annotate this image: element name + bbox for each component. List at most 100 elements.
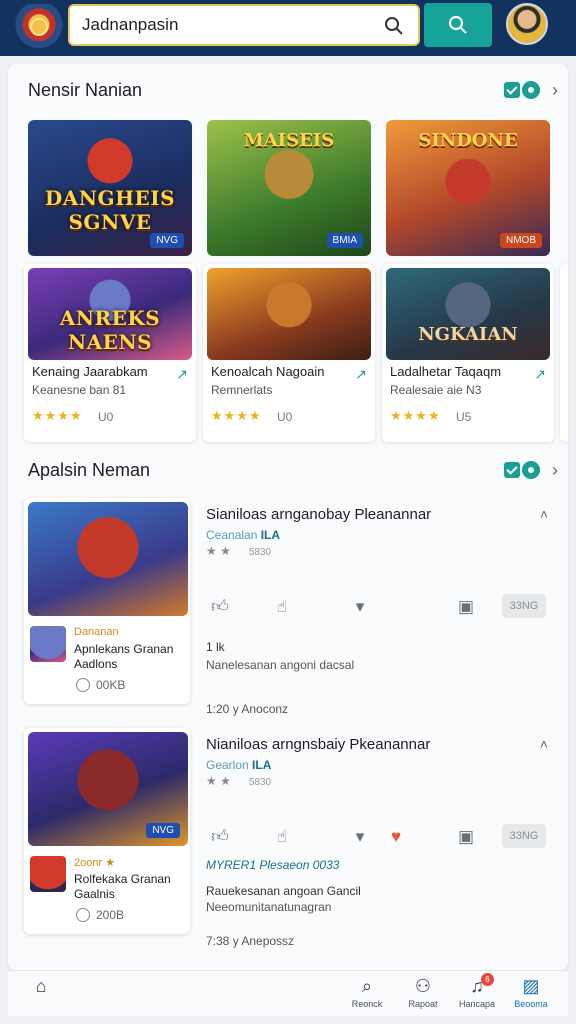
- share-icon[interactable]: ↗: [534, 366, 546, 383]
- nav-label: Reonck: [351, 999, 383, 1009]
- download-size[interactable]: 200B: [76, 908, 124, 922]
- mini-label: 2oonr ★: [74, 857, 116, 869]
- mini-thumbnail: [30, 626, 66, 662]
- game-thumbnail[interactable]: NVG: [28, 732, 188, 846]
- item-detail: Nanelesanan angoni dacsal: [206, 658, 355, 672]
- chevron-up-icon[interactable]: ˄: [540, 736, 548, 752]
- crest-icon: [30, 18, 48, 36]
- game-card[interactable]: NVG 2oonr ★ Rolfekaka Granan Gaalnis 200…: [24, 728, 190, 934]
- shield-icon[interactable]: [522, 81, 540, 99]
- share-icon[interactable]: ↗: [176, 366, 188, 383]
- chevron-up-icon[interactable]: ˄: [540, 506, 548, 522]
- game-subtitle: Realesaie aie N3: [390, 383, 482, 397]
- game-thumbnail[interactable]: [28, 502, 188, 616]
- search-input[interactable]: [82, 12, 382, 38]
- game-thumbnail[interactable]: [207, 268, 371, 360]
- item-detail: Neeomunitanatunagran: [206, 900, 332, 914]
- heart-icon[interactable]: ♥: [382, 824, 410, 850]
- review-count: U0: [98, 410, 114, 424]
- game-thumbnail[interactable]: DANGHEIS SGNVE NVG: [28, 120, 192, 256]
- thumbnail-caption: ANREKS NAENS: [59, 306, 161, 354]
- game-card[interactable]: ANREKS NAENS Kenaing Jaarabkam Keanesne …: [24, 264, 196, 442]
- download-size-label: 200B: [96, 908, 125, 922]
- like-icon[interactable]: 👍︎: [206, 594, 234, 620]
- item-detail: 1 lk: [206, 640, 225, 654]
- nav-home[interactable]: ⌂: [16, 975, 66, 1015]
- main-panel: Nensir Nanian › DANGHEIS SGNVE NVG MAISE…: [8, 64, 568, 970]
- star-rating: ★ ★ 5830: [206, 544, 271, 558]
- nav-active-tab[interactable]: ▨ Beooma: [506, 975, 556, 1015]
- user-avatar[interactable]: [506, 3, 548, 45]
- game-thumbnail[interactable]: ANREKS NAENS: [28, 268, 192, 360]
- mini-name: Rolfekaka Granan Gaalnis: [74, 872, 171, 901]
- list-item[interactable]: Dananan Apnlekans Granan Aadlons 00KB Si…: [24, 498, 552, 720]
- comment-icon[interactable]: ▾: [346, 594, 374, 620]
- item-detail: Rauekesanan angoan Gancil: [206, 884, 361, 898]
- platform-badge: NVG: [146, 823, 180, 838]
- star-rating: ★★★★: [390, 408, 441, 423]
- meta-label: Gearlon: [206, 758, 249, 772]
- like-icon[interactable]: 👍︎: [206, 824, 234, 850]
- app-logo[interactable]: [14, 4, 64, 50]
- mini-name: Apnlekans Granan Aadlons: [74, 642, 174, 671]
- share-icon[interactable]: ↗: [355, 366, 367, 383]
- bookmark-icon[interactable]: ▣: [452, 594, 480, 620]
- people-icon: ⚇: [414, 976, 432, 996]
- game-card[interactable]: Kenoalcah Nagoain Remnerlats ↗ ★★★★ U0: [203, 264, 375, 442]
- thumbnail-caption: SINDONE: [418, 130, 518, 151]
- game-thumbnail[interactable]: MAISEIS BMIA: [207, 120, 371, 256]
- mini-label: Dananan: [74, 626, 119, 638]
- game-card-peek[interactable]: [560, 264, 568, 442]
- bottom-nav: ⌂ ⌕ Reonck ⚇ Rapoat ♫ 6 Hancapa ▨ Beooma: [8, 970, 568, 1016]
- search-icon[interactable]: [384, 16, 404, 36]
- shield-icon[interactable]: [522, 461, 540, 479]
- bookmark-icon[interactable]: ▣: [452, 824, 480, 850]
- home-icon: ⌂: [35, 976, 47, 996]
- game-card[interactable]: NGKAIAN Ladalhetar Taqaqm Realesaie aie …: [382, 264, 554, 442]
- list-item[interactable]: NVG 2oonr ★ Rolfekaka Granan Gaalnis 200…: [24, 728, 552, 950]
- check-icon[interactable]: [504, 82, 520, 98]
- stars: ★ ★: [206, 544, 231, 558]
- bell-icon: ♫: [470, 976, 484, 996]
- search-button[interactable]: [424, 3, 492, 47]
- platform-badge: NVG: [150, 233, 184, 248]
- game-thumbnail[interactable]: SINDONE NMOB: [386, 120, 550, 256]
- nav-label: Hancapa: [458, 999, 496, 1009]
- card-info: Ladalhetar Taqaqm Realesaie aie N3: [390, 364, 546, 397]
- download-icon: [76, 908, 90, 922]
- game-card[interactable]: Dananan Apnlekans Granan Aadlons 00KB: [24, 498, 190, 704]
- thumb-outline-icon[interactable]: ☝︎: [268, 594, 296, 620]
- game-name: Kenaing Jaarabkam: [32, 364, 148, 379]
- timestamp: 7:38 y Anepossz: [206, 934, 295, 948]
- check-icon[interactable]: [504, 462, 520, 478]
- thumbnail-caption: NGKAIAN: [418, 324, 518, 345]
- thumb-outline-icon[interactable]: ☝︎: [268, 824, 296, 850]
- game-name: Kenoalcah Nagoain: [211, 364, 325, 379]
- thumbnail-caption: MAISEIS: [243, 130, 335, 151]
- system-bar: [0, 1016, 576, 1024]
- section-title: Nensir Nanian: [28, 80, 143, 100]
- download-size[interactable]: 00KB: [76, 678, 125, 692]
- meta-value: ILA: [260, 528, 281, 542]
- stars: ★ ★: [206, 774, 231, 788]
- notification-badge: 6: [481, 973, 494, 986]
- search-field[interactable]: [68, 4, 420, 46]
- download-size-label: 00KB: [96, 678, 126, 692]
- edit-icon: ▨: [522, 976, 540, 996]
- meta-label: Ceanalan: [206, 528, 258, 542]
- timestamp: 1:20 y Anoconz: [206, 702, 289, 716]
- comment-icon[interactable]: ▾: [346, 824, 374, 850]
- nav-report[interactable]: ⚇ Rapoat: [398, 975, 448, 1015]
- action-bar: 👍︎ ☝︎ ▾ ▣ 33NG: [206, 594, 546, 624]
- size-pill[interactable]: 33NG: [502, 594, 546, 618]
- review-count: U0: [277, 410, 293, 424]
- search-icon: [448, 15, 467, 34]
- platform-badge: BMIA: [326, 233, 363, 248]
- chevron-right-icon[interactable]: ›: [552, 460, 558, 481]
- game-thumbnail[interactable]: NGKAIAN: [386, 268, 550, 360]
- section-header: Apalsin Neman ›: [28, 456, 558, 484]
- nav-search[interactable]: ⌕ Reonck: [342, 975, 392, 1015]
- nav-notifications[interactable]: ♫ 6 Hancapa: [452, 973, 502, 1015]
- chevron-right-icon[interactable]: ›: [552, 80, 558, 101]
- size-pill[interactable]: 33NG: [502, 824, 546, 848]
